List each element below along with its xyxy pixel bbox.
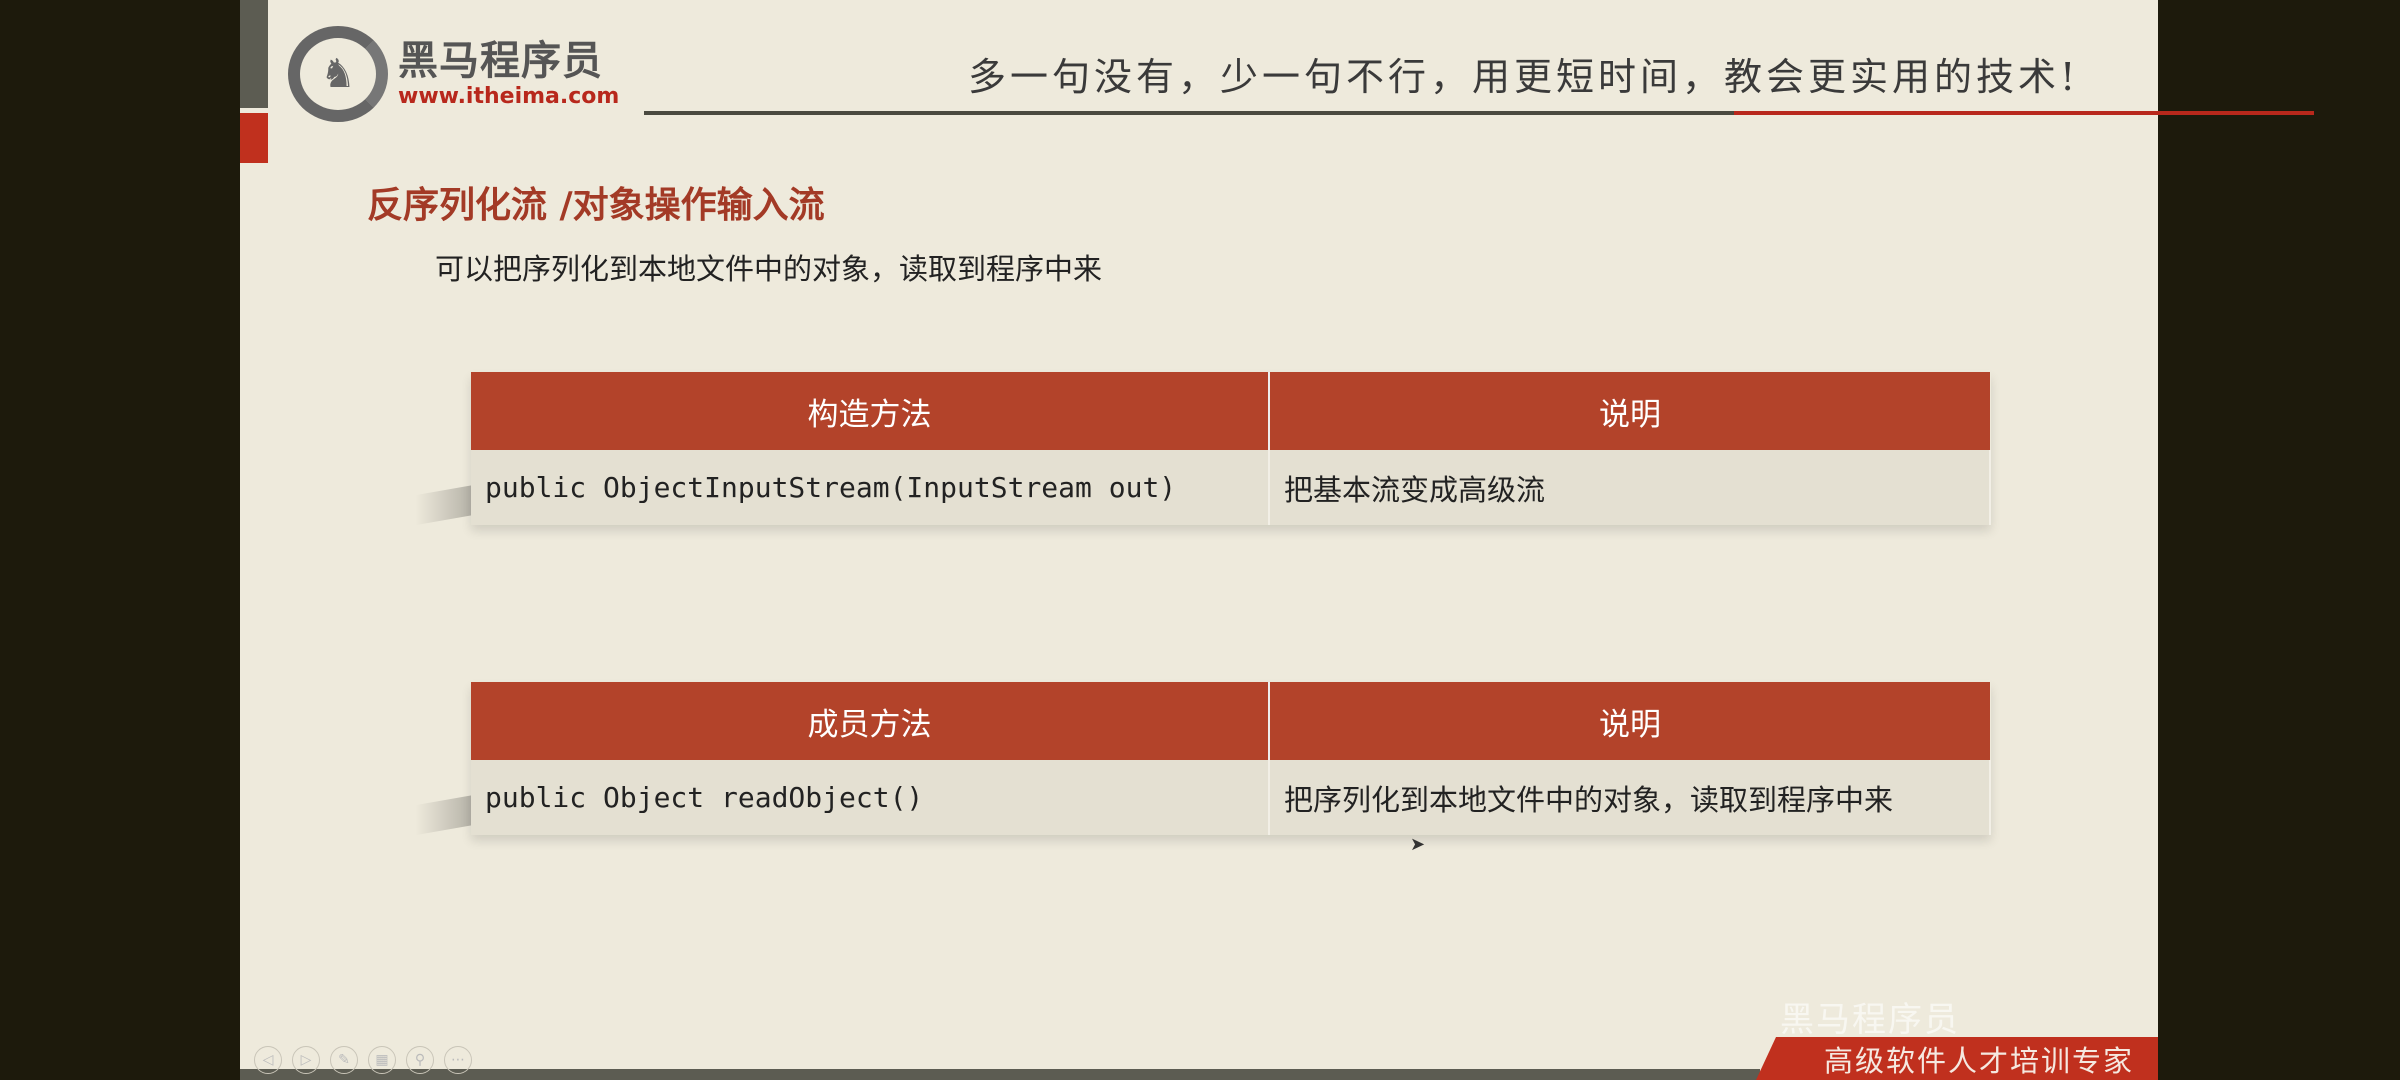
slides-grid-icon[interactable]: ▦ [368,1046,396,1074]
pen-icon[interactable]: ✎ [330,1046,358,1074]
slideshow-controls: ◁ ▷ ✎ ▦ ⚲ ⋯ [254,1046,472,1074]
column-header: 说明 [1269,682,1990,760]
footer-ribbon-text: 高级软件人才培训专家 [1824,1044,2135,1078]
logo-url: www.itheima.com [398,84,620,109]
member-table: 成员方法 说明 public Object readObject() 把序列化到… [471,682,1991,835]
more-icon[interactable]: ⋯ [444,1046,472,1074]
method-signature: public Object readObject() [471,760,1270,835]
column-header: 构造方法 [471,372,1270,450]
table-header-row: 成员方法 说明 [471,682,1990,760]
left-red-bar [240,113,268,163]
logo-name: 黑马程序员 [398,38,603,84]
page-subtitle: 可以把序列化到本地文件中的对象，读取到程序中来 [435,252,1103,286]
method-signature: public ObjectInputStream(InputStream out… [471,450,1270,525]
next-icon[interactable]: ▷ [292,1046,320,1074]
slide: ♞ 黑马程序员 www.itheima.com 多一句没有，少一句不行，用更短时… [240,0,2314,1080]
page-title: 反序列化流 /对象操作输入流 [367,185,825,226]
column-header: 说明 [1269,372,1990,450]
previous-icon[interactable]: ◁ [254,1046,282,1074]
slogan: 多一句没有，少一句不行，用更短时间，教会更实用的技术! [968,55,2080,99]
column-header: 成员方法 [471,682,1270,760]
left-gray-bar [240,0,268,108]
watermark: 黑马程序员 [1780,1000,1960,1040]
logo: ♞ 黑马程序员 www.itheima.com [288,26,619,122]
table-row: public Object readObject() 把序列化到本地文件中的对象… [471,760,1991,835]
decor-shadow [415,484,475,526]
header-divider-accent [1734,111,2314,115]
decor-shadow [415,794,475,836]
table-header-row: 构造方法 说明 [471,372,1990,450]
table-row: public ObjectInputStream(InputStream out… [471,450,1991,525]
mouse-cursor-icon: ➤ [1410,834,1426,855]
constructor-table: 构造方法 说明 public ObjectInputStream(InputSt… [471,372,1991,525]
horse-logo-icon: ♞ [288,26,388,122]
zoom-icon[interactable]: ⚲ [406,1046,434,1074]
method-description: 把序列化到本地文件中的对象，读取到程序中来 [1269,760,1991,835]
method-description: 把基本流变成高级流 [1269,450,1991,525]
